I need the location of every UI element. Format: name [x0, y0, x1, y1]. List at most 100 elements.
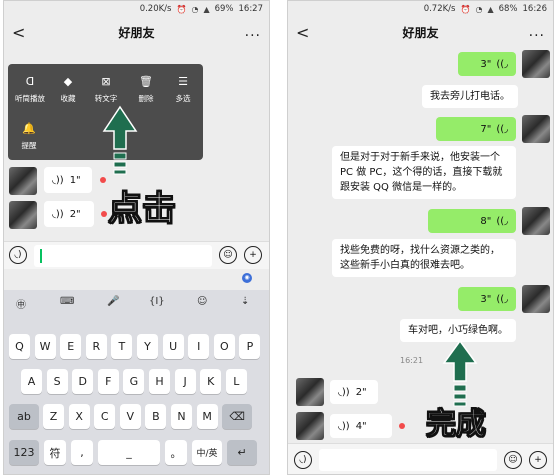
status-bar: 0.72K/s ⏰ ◔ ▲ 68% 16:26	[288, 1, 553, 17]
voice-wave-icon: ((◞	[496, 123, 508, 135]
key-g[interactable]: G	[123, 369, 145, 394]
keyboard-logo-icon[interactable]: ㊥	[16, 296, 26, 311]
bell-icon: 🔔	[22, 122, 36, 135]
unread-dot	[399, 423, 405, 429]
unread-dot	[100, 177, 106, 183]
key-b[interactable]: B	[145, 404, 167, 429]
key-h[interactable]: H	[149, 369, 170, 394]
voice-message-sent[interactable]: 7" ((◞	[436, 117, 516, 141]
emoji-keyboard-icon[interactable]: ☺	[197, 296, 207, 307]
key-backspace[interactable]: ⌫	[222, 404, 253, 429]
hide-keyboard-icon[interactable]: ⇣	[241, 296, 249, 307]
key-x[interactable]: X	[68, 404, 90, 429]
key-s[interactable]: S	[46, 369, 68, 394]
key-o[interactable]: O	[213, 334, 235, 359]
plus-icon[interactable]: +	[529, 451, 547, 469]
voice-message[interactable]: ◟)) 2"	[330, 380, 378, 404]
voice-transcript[interactable]: 我去旁儿打电话。	[422, 85, 518, 108]
input-method-icon[interactable]: ◉	[242, 273, 252, 283]
key-t[interactable]: T	[111, 334, 133, 359]
timestamp: 16:21	[400, 356, 424, 365]
avatar[interactable]	[296, 412, 324, 440]
key-symbols[interactable]: 符	[44, 440, 66, 465]
key-lang-switch[interactable]: 中/英	[192, 440, 222, 465]
voice-wave-icon: ◟))	[338, 420, 350, 432]
key-z[interactable]: Z	[43, 404, 64, 429]
key-w[interactable]: W	[34, 334, 56, 359]
voice-transcript[interactable]: 但是对于对于新手来说，他安装一个 PC 做 PC，这个得的话，直接下载就 跟安装…	[332, 146, 516, 199]
plus-icon[interactable]: +	[244, 246, 262, 264]
key-u[interactable]: U	[162, 334, 184, 359]
menu-item-earpiece[interactable]: ᗡ 听筒播放	[12, 75, 48, 104]
microphone-icon[interactable]: 🎤	[107, 296, 119, 307]
avatar[interactable]	[522, 115, 550, 143]
voice-message[interactable]: ◟)) 2"	[44, 201, 94, 227]
more-icon[interactable]: ...	[241, 24, 261, 40]
cursor-move-icon[interactable]: {I}	[149, 296, 165, 307]
avatar[interactable]	[9, 201, 37, 229]
alarm-icon: ⏰	[460, 4, 471, 14]
keyboard: ㊥ ⌨ 🎤 {I} ☺ ⇣ Q W E R T Y U I O P A S D F G H J K Lab Z X C V B…	[4, 290, 269, 474]
voice-message-sent[interactable]: 8" ((◞	[428, 209, 516, 233]
menu-item-multiselect[interactable]: ☰ 多选	[165, 75, 201, 104]
convert-text-icon: ⊠	[101, 75, 111, 88]
back-icon[interactable]: <	[296, 23, 316, 42]
avatar[interactable]	[522, 50, 550, 78]
key-i[interactable]: I	[188, 334, 210, 359]
key-f[interactable]: F	[97, 369, 119, 394]
key-123[interactable]: 123	[9, 440, 39, 465]
battery-level: 69%	[214, 4, 234, 14]
emoji-icon[interactable]: ☺	[219, 246, 237, 264]
multiselect-icon: ☰	[178, 75, 188, 88]
key-d[interactable]: D	[72, 369, 94, 394]
menu-item-favorite[interactable]: ◆ 收藏	[50, 75, 86, 104]
key-space[interactable]: _	[98, 440, 160, 465]
key-ab[interactable]: ab	[9, 404, 39, 429]
key-l[interactable]: L	[225, 369, 247, 394]
back-icon[interactable]: <	[12, 23, 32, 42]
key-j[interactable]: J	[174, 369, 196, 394]
key-m[interactable]: M	[196, 404, 218, 429]
clock: 16:27	[238, 4, 264, 14]
key-r[interactable]: R	[85, 334, 107, 359]
key-a[interactable]: A	[21, 369, 42, 394]
voice-wave-icon: ◟))	[52, 208, 64, 220]
clock: 16:26	[522, 4, 548, 14]
key-enter[interactable]: ↵	[227, 440, 257, 465]
key-q[interactable]: Q	[9, 334, 30, 359]
keyboard-switch-icon[interactable]: ⌨	[60, 296, 74, 307]
voice-message[interactable]: ◟)) 4"	[330, 414, 392, 438]
key-e[interactable]: E	[60, 334, 82, 359]
message-input[interactable]	[319, 449, 497, 471]
key-k[interactable]: K	[200, 369, 222, 394]
left-phone-screen: 0.20K/s ⏰ ◔ ▲ 69% 16:27 < 好朋友 ... ᗡ 听筒播放…	[3, 0, 270, 475]
avatar[interactable]	[522, 285, 550, 313]
voice-transcript[interactable]: 找些免费的呀，找什么资源之类的， 这些新手小白真的很难去吧。	[332, 239, 516, 277]
key-n[interactable]: N	[171, 404, 192, 429]
menu-item-convert-text[interactable]: ⊠ 转文字	[88, 75, 124, 104]
key-y[interactable]: Y	[137, 334, 158, 359]
more-icon[interactable]: ...	[525, 24, 545, 40]
voice-message-sent[interactable]: 3" ((◞	[458, 52, 516, 76]
chat-input-bar: ◟) ☺ +	[288, 443, 553, 474]
status-bar: 0.20K/s ⏰ ◔ ▲ 69% 16:27	[4, 1, 269, 17]
key-p[interactable]: P	[239, 334, 261, 359]
voice-message-sent[interactable]: 3" ((◞	[458, 287, 516, 311]
menu-item-delete[interactable]: 🗑 删除	[128, 75, 164, 104]
annotation-label: 点击	[108, 189, 177, 230]
avatar[interactable]	[296, 378, 324, 406]
voice-wave-icon: ◟))	[338, 386, 350, 398]
menu-item-remind[interactable]: 🔔 提醒	[16, 122, 42, 151]
key-c[interactable]: C	[94, 404, 116, 429]
message-input[interactable]	[34, 245, 212, 267]
battery-level: 68%	[498, 4, 518, 14]
voice-message[interactable]: ◟)) 1"	[44, 167, 92, 193]
avatar[interactable]	[522, 207, 550, 235]
emoji-icon[interactable]: ☺	[504, 451, 522, 469]
key-v[interactable]: V	[119, 404, 141, 429]
key-comma[interactable]: ,	[71, 440, 93, 465]
key-period[interactable]: 。	[165, 440, 187, 465]
avatar[interactable]	[9, 167, 37, 195]
voice-toggle-icon[interactable]: ◟)	[9, 246, 27, 264]
voice-toggle-icon[interactable]: ◟)	[294, 451, 312, 469]
